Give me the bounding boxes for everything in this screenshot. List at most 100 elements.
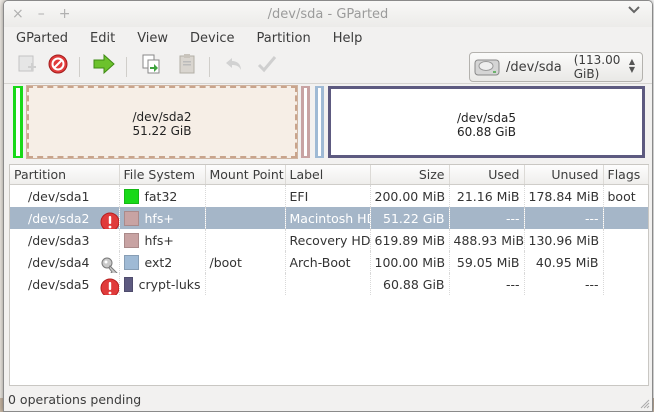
menu-edit[interactable]: Edit	[82, 31, 123, 46]
titlebar: × – + /dev/sda - GParted	[4, 1, 652, 27]
cell-partition: /dev/sda5	[28, 276, 90, 292]
cell-file-system: ext2	[144, 254, 173, 270]
filesystem-color-swatch	[123, 210, 139, 226]
apply-button[interactable]	[91, 53, 117, 79]
cell-flags	[603, 273, 648, 295]
table-row[interactable]: /dev/sda5 crypt-luks 60.88 GiB --- ---	[10, 273, 648, 295]
header-file-system[interactable]: File System	[119, 165, 206, 185]
statusbar: 0 operations pending	[4, 387, 652, 411]
cell-size: 100.00 MiB	[370, 251, 450, 273]
cell-unused: ---	[524, 273, 604, 295]
cell-mount-point	[205, 273, 286, 295]
cell-label: Recovery HD	[285, 229, 371, 251]
cell-unused: 40.95 MiB	[524, 251, 604, 273]
cell-mount-point: /boot	[205, 251, 286, 273]
cell-file-system: hfs+	[144, 232, 174, 248]
menu-partition[interactable]: Partition	[249, 31, 319, 46]
dropdown-arrows-icon: ▲ ▼	[628, 57, 635, 74]
menu-gparted[interactable]: GParted	[8, 31, 76, 46]
device-name: /dev/sda	[506, 59, 562, 75]
device-selector[interactable]: /dev/sda (113.00 GiB) ▲ ▼	[469, 52, 643, 82]
table-row[interactable]: /dev/sda3 hfs+ Recovery HD 619.89 MiB 488.93…	[10, 229, 648, 251]
cell-mount-point	[205, 207, 286, 229]
copy-icon	[140, 53, 162, 79]
cell-unused: 178.84 MiB	[524, 184, 604, 207]
cell-partition: /dev/sda2	[28, 210, 90, 226]
cell-used: 488.93 MiB	[449, 229, 525, 251]
cell-flags	[603, 207, 648, 229]
diskmap-partition-sda3[interactable]	[301, 86, 310, 158]
menubar: GParted Edit View Device Partition Help	[4, 27, 652, 49]
diskmap-partition-sda4[interactable]	[315, 86, 324, 158]
cell-size: 619.89 MiB	[370, 229, 450, 251]
check-icon	[256, 53, 278, 79]
table-row[interactable]: /dev/sda4 ext2/boot Arch-Boot 100.00 MiB 59.…	[10, 251, 648, 273]
cell-used: 21.16 MiB	[449, 184, 525, 207]
toolbar-separator	[126, 57, 127, 77]
delete-icon	[47, 53, 69, 79]
undo-icon	[223, 53, 245, 79]
delete-button[interactable]	[45, 54, 71, 78]
undo-button[interactable]	[221, 54, 247, 78]
header-flags[interactable]: Flags	[603, 165, 649, 185]
toolbar-separator	[79, 57, 80, 77]
cell-file-system: fat32	[144, 188, 178, 204]
error-icon	[100, 278, 118, 295]
diskmap-label-sda5: /dev/sda5 60.88 GiB	[456, 111, 517, 139]
cell-label	[285, 273, 371, 295]
header-unused[interactable]: Unused	[524, 165, 604, 185]
header-used[interactable]: Used	[449, 165, 525, 185]
check-button[interactable]	[254, 54, 280, 78]
gparted-window: × – + /dev/sda - GParted GParted Edit Vi…	[3, 0, 653, 412]
filesystem-color-swatch	[123, 276, 133, 292]
menu-view[interactable]: View	[129, 31, 176, 46]
paste-button[interactable]	[174, 54, 200, 78]
cell-used: ---	[449, 207, 525, 229]
error-icon	[100, 212, 118, 229]
header-label[interactable]: Label	[285, 165, 371, 185]
partition-table: Partition File System Mount Point Label …	[9, 164, 649, 386]
cell-file-system: hfs+	[144, 210, 174, 226]
header-mount-point[interactable]: Mount Point	[205, 165, 286, 185]
diskmap-partition-sda2[interactable]: /dev/sda2 51.22 GiB	[26, 85, 298, 159]
cell-mount-point	[205, 229, 286, 251]
filesystem-color-swatch	[123, 254, 139, 270]
menu-device[interactable]: Device	[182, 31, 242, 46]
cell-mount-point	[205, 184, 286, 207]
copy-button[interactable]	[138, 54, 164, 78]
table-row[interactable]: /dev/sda2 hfs+ Macintosh HD 51.22 GiB --- ---	[10, 207, 648, 229]
cell-label: Macintosh HD	[285, 207, 371, 229]
filesystem-color-swatch	[123, 232, 139, 248]
status-text: 0 operations pending	[8, 391, 142, 407]
cell-partition: /dev/sda1	[28, 188, 90, 204]
cell-used: ---	[449, 273, 525, 295]
harddisk-icon	[474, 57, 500, 77]
diskmap-partition-sda1[interactable]	[13, 86, 23, 158]
disk-map: /dev/sda2 51.22 GiB /dev/sda5 60.88 GiB	[9, 85, 647, 160]
cell-unused: 130.96 MiB	[524, 229, 604, 251]
window-title: /dev/sda - GParted	[267, 7, 389, 22]
cell-size: 51.22 GiB	[370, 207, 450, 229]
table-header-row: Partition File System Mount Point Label …	[10, 165, 649, 185]
cell-flags	[603, 251, 648, 273]
diskmap-partition-sda5[interactable]: /dev/sda5 60.88 GiB	[328, 86, 645, 158]
header-partition[interactable]: Partition	[10, 165, 120, 185]
diskmap-label-sda2: /dev/sda2 51.22 GiB	[132, 110, 192, 138]
cell-partition: /dev/sda3	[28, 232, 90, 248]
new-partition-button[interactable]	[14, 54, 40, 78]
cell-size: 200.00 MiB	[370, 184, 450, 207]
toolbar-separator	[209, 57, 210, 77]
cell-label: EFI	[285, 184, 371, 207]
paste-icon	[176, 53, 198, 79]
cell-flags: boot	[607, 188, 636, 204]
table-row[interactable]: /dev/sda1 fat32 EFI 200.00 MiB 21.16 MiB 178.…	[10, 184, 648, 207]
cell-used: 59.05 MiB	[449, 251, 525, 273]
cell-label: Arch-Boot	[285, 251, 371, 273]
cell-partition: /dev/sda4	[28, 254, 90, 270]
cell-unused: ---	[524, 207, 604, 229]
header-size[interactable]: Size	[370, 165, 450, 185]
apply-icon	[92, 53, 116, 79]
resize-grip-icon[interactable]	[640, 397, 650, 409]
menu-help[interactable]: Help	[325, 31, 371, 46]
chevron-down-icon[interactable]	[628, 4, 640, 18]
